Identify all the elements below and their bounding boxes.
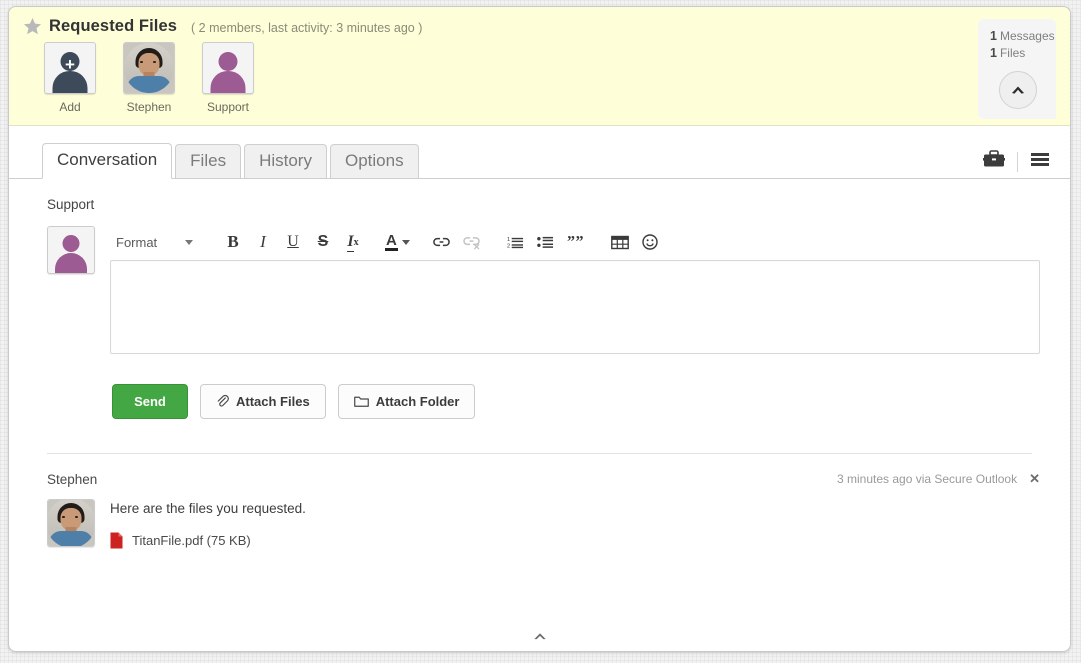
blockquote-icon: ” ” bbox=[567, 235, 584, 249]
hamburger-menu-icon[interactable] bbox=[1030, 151, 1050, 172]
member-add[interactable]: + Add bbox=[39, 42, 101, 114]
bullet-list-button[interactable] bbox=[534, 230, 558, 254]
message-attachment[interactable]: TitanFile.pdf (75 KB) bbox=[110, 532, 306, 549]
remove-format-button[interactable]: Ix bbox=[341, 230, 365, 254]
blockquote-button[interactable]: ” ” bbox=[564, 230, 588, 254]
composer-recipient-label: Support bbox=[47, 197, 95, 212]
bullet-list-icon bbox=[537, 236, 554, 248]
member-list: + Add Stephen Support bbox=[39, 42, 259, 114]
format-dropdown-label: Format bbox=[116, 234, 158, 250]
paperclip-icon bbox=[217, 394, 229, 407]
link-icon bbox=[433, 237, 451, 247]
unlink-button bbox=[460, 230, 484, 254]
table-icon bbox=[610, 235, 629, 249]
editor-wrapper: Format B I U S Ix A 1 2 ” ” Send Attach … bbox=[110, 226, 1040, 419]
message-editor[interactable] bbox=[110, 260, 1040, 354]
emoji-icon bbox=[642, 234, 658, 250]
message-timestamp: 3 minutes ago via Secure Outlook bbox=[836, 472, 1018, 486]
add-member-silhouette: + bbox=[44, 42, 96, 94]
chevron-down-icon bbox=[185, 239, 194, 245]
attach-folder-button[interactable]: Attach Folder bbox=[337, 384, 476, 419]
unlink-icon bbox=[463, 236, 481, 250]
text-color-letter: A bbox=[385, 232, 398, 252]
svg-text:2: 2 bbox=[507, 244, 510, 249]
tab-history[interactable]: History bbox=[244, 143, 327, 178]
composer-avatar bbox=[47, 226, 95, 274]
support-silhouette bbox=[202, 42, 254, 94]
text-color-button[interactable]: A bbox=[385, 230, 410, 254]
emoji-button[interactable] bbox=[638, 230, 662, 254]
message-author: Stephen bbox=[47, 471, 98, 487]
numbered-list-icon: 1 2 bbox=[507, 237, 524, 249]
header-title-row: Requested Files ( 2 members, last activi… bbox=[23, 17, 422, 36]
pdf-file-icon bbox=[110, 532, 123, 549]
attach-files-label: Attach Files bbox=[236, 394, 310, 409]
tab-options[interactable]: Options bbox=[329, 143, 419, 178]
member-label: Support bbox=[206, 100, 250, 114]
numbered-list-button[interactable]: 1 2 bbox=[504, 230, 528, 254]
chevron-up-icon bbox=[533, 633, 546, 640]
bold-button[interactable]: B bbox=[221, 230, 245, 254]
folder-icon bbox=[353, 396, 369, 407]
composer-actions: Send Attach Files Attach Folder bbox=[112, 384, 1040, 419]
page-title: Requested Files bbox=[49, 17, 178, 35]
format-dropdown[interactable]: Format bbox=[114, 232, 204, 253]
tab-tools bbox=[983, 150, 1050, 173]
briefcase-icon[interactable] bbox=[983, 150, 1005, 173]
strikethrough-button[interactable]: S bbox=[311, 230, 335, 254]
composer-row: Format B I U S Ix A 1 2 ” ” Send Attach … bbox=[47, 226, 1040, 419]
files-count: 1 Files bbox=[990, 46, 1046, 60]
svg-text:”: ” bbox=[567, 235, 575, 249]
member-stephen[interactable]: Stephen bbox=[118, 42, 180, 114]
collapse-header-button[interactable] bbox=[999, 71, 1037, 109]
table-button[interactable] bbox=[608, 230, 632, 254]
workspace-header: Requested Files ( 2 members, last activi… bbox=[9, 7, 1070, 126]
attach-files-button[interactable]: Attach Files bbox=[200, 384, 326, 419]
tab-bar: Conversation Files History Options bbox=[9, 142, 1070, 179]
member-label: Stephen bbox=[126, 100, 172, 114]
header-meta: ( 2 members, last activity: 3 minutes ag… bbox=[191, 21, 423, 35]
toolbar-divider bbox=[1017, 151, 1018, 172]
messages-count-value: 1 bbox=[990, 29, 997, 43]
tab-files[interactable]: Files bbox=[175, 143, 242, 178]
send-button[interactable]: Send bbox=[112, 384, 188, 419]
rich-text-toolbar: Format B I U S Ix A 1 2 ” ” bbox=[110, 226, 1040, 258]
member-support[interactable]: Support bbox=[197, 42, 259, 114]
stephen-photo bbox=[123, 42, 175, 94]
tab-conversation[interactable]: Conversation bbox=[42, 142, 173, 179]
message-content: Here are the files you requested. TitanF… bbox=[110, 499, 306, 549]
message-item: Stephen 3 minutes ago via Secure Outlook… bbox=[9, 454, 1070, 549]
star-icon[interactable] bbox=[23, 17, 42, 36]
attach-folder-label: Attach Folder bbox=[375, 394, 460, 409]
files-count-label: Files bbox=[999, 46, 1026, 60]
tab-list: Conversation Files History Options bbox=[42, 142, 1070, 179]
attachment-name: TitanFile.pdf (75 KB) bbox=[132, 533, 251, 548]
message-text: Here are the files you requested. bbox=[110, 501, 306, 516]
plus-icon: + bbox=[65, 55, 75, 74]
link-button[interactable] bbox=[430, 230, 454, 254]
message-body: Here are the files you requested. TitanF… bbox=[47, 499, 1040, 549]
italic-button[interactable]: I bbox=[251, 230, 275, 254]
files-count-value: 1 bbox=[990, 46, 997, 60]
message-header: Stephen 3 minutes ago via Secure Outlook… bbox=[47, 471, 1040, 487]
close-icon[interactable]: ✕ bbox=[1029, 471, 1040, 487]
message-composer: Support Format B I U S I x A 1 2 ” ” Sen… bbox=[9, 179, 1070, 419]
counts-panel: 1 Messages 1 Files bbox=[978, 19, 1056, 119]
message-avatar bbox=[47, 499, 95, 547]
messages-count: 1 Messages bbox=[990, 29, 1055, 43]
underline-button[interactable]: U bbox=[281, 230, 305, 254]
conversation-panel: Requested Files ( 2 members, last activi… bbox=[8, 6, 1071, 652]
chevron-up-icon bbox=[1012, 86, 1024, 94]
message-meta-wrap: 3 minutes ago via Secure Outlook ✕ bbox=[837, 471, 1040, 487]
chevron-down-icon bbox=[401, 239, 410, 245]
member-label: Add bbox=[59, 100, 81, 114]
svg-text:”: ” bbox=[576, 235, 584, 249]
svg-text:1: 1 bbox=[507, 237, 510, 243]
messages-count-label: Messages bbox=[999, 29, 1055, 43]
collapse-footer-button[interactable] bbox=[9, 627, 1070, 645]
